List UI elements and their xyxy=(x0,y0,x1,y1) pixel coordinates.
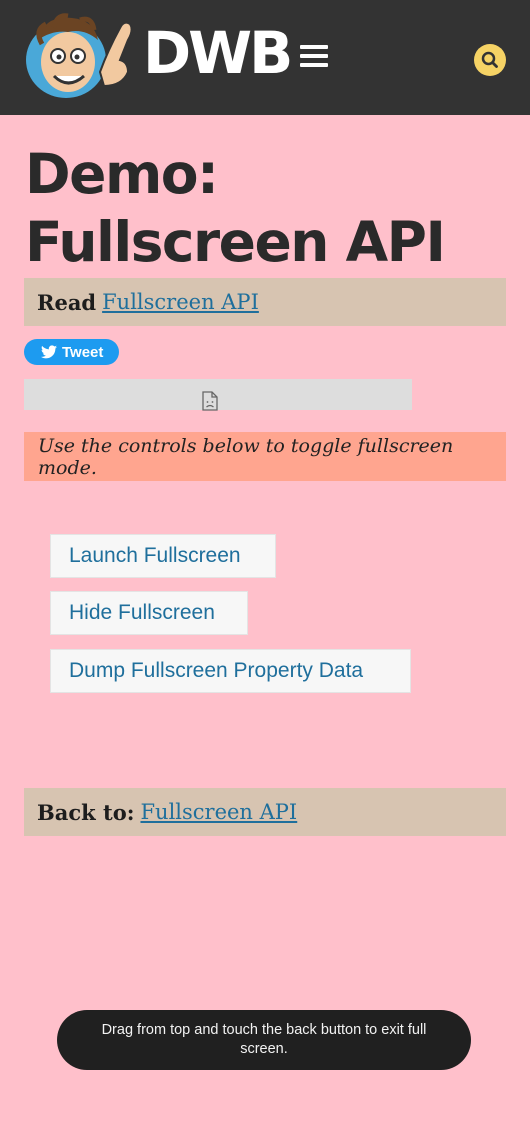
instructions: Use the controls below to toggle fullscr… xyxy=(24,432,506,481)
search-button[interactable] xyxy=(474,44,506,76)
hamburger-icon[interactable] xyxy=(300,45,328,69)
back-label: Back to: xyxy=(37,799,135,825)
exit-fullscreen-toast: Drag from top and touch the back button … xyxy=(57,1010,471,1070)
site-header: DWB xyxy=(0,0,530,115)
tweet-button[interactable]: Tweet xyxy=(24,339,119,365)
page-title: Demo: Fullscreen API xyxy=(25,142,446,274)
launch-fullscreen-button[interactable]: Launch Fullscreen xyxy=(50,534,276,578)
embed-placeholder xyxy=(24,379,412,411)
read-note: Read Fullscreen API xyxy=(24,278,506,326)
read-link[interactable]: Fullscreen API xyxy=(102,290,259,314)
dump-fullscreen-data-button[interactable]: Dump Fullscreen Property Data xyxy=(50,649,411,693)
read-label: Read xyxy=(37,289,97,315)
twitter-bird-icon xyxy=(41,345,57,359)
brand-logo[interactable]: DWB xyxy=(143,18,293,88)
avatar[interactable] xyxy=(24,10,140,100)
back-link[interactable]: Fullscreen API xyxy=(140,800,297,824)
hide-fullscreen-button[interactable]: Hide Fullscreen xyxy=(50,591,248,635)
back-note: Back to: Fullscreen API xyxy=(24,788,506,836)
broken-image-icon xyxy=(202,391,218,411)
tweet-label: Tweet xyxy=(62,343,104,361)
magnifier-icon xyxy=(481,51,498,68)
